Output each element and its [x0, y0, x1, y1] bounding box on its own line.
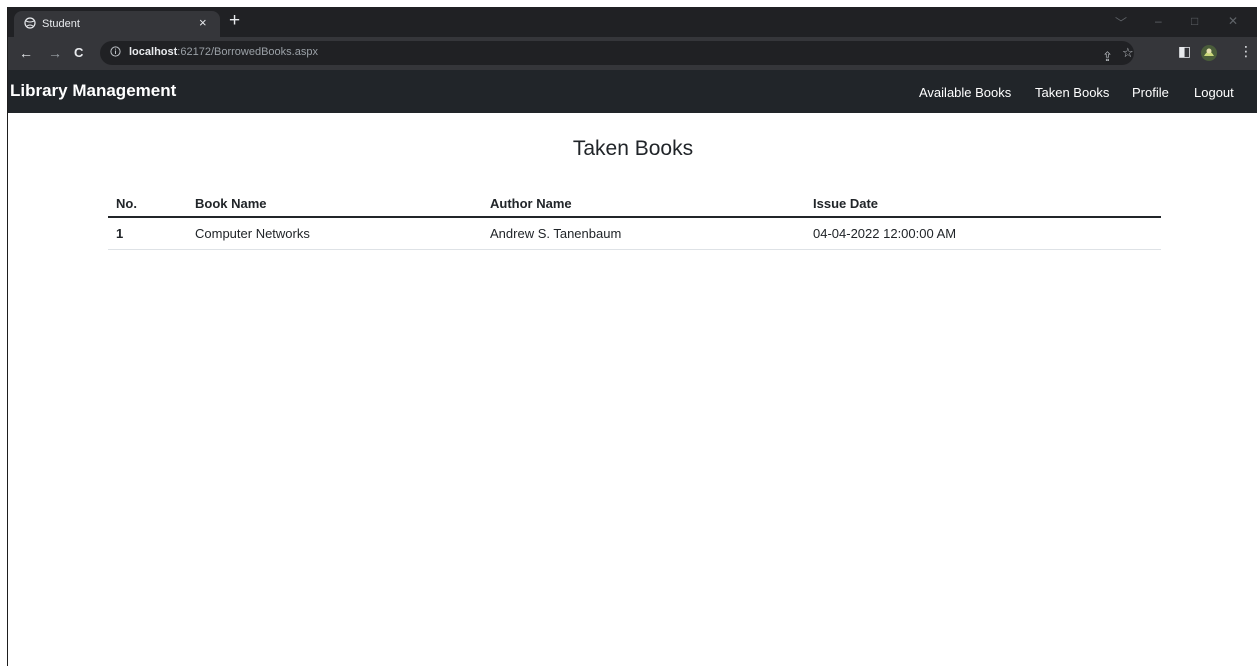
address-bar[interactable]: localhost:62172/BorrowedBooks.aspx ⇪ ☆ [100, 41, 1134, 65]
maximize-button[interactable]: □ [1191, 14, 1198, 28]
address-bar-row: ← → C localhost:62172/BorrowedBooks.aspx… [8, 37, 1257, 70]
side-panel-icon[interactable]: ◧ [1178, 43, 1191, 60]
profile-avatar-icon[interactable] [1200, 44, 1218, 62]
cell-author-name: Andrew S. Tanenbaum [482, 217, 805, 250]
new-tab-button[interactable]: + [229, 10, 240, 32]
back-button[interactable]: ← [19, 45, 33, 61]
nav-link-available-books[interactable]: Available Books [919, 85, 1011, 100]
bookmark-star-icon[interactable]: ☆ [1122, 45, 1134, 61]
reload-button[interactable]: C [74, 45, 83, 60]
screen: Student × + ﹀ – □ ✕ ← → C localhost:6217… [0, 0, 1257, 666]
url-text[interactable]: localhost:62172/BorrowedBooks.aspx [129, 46, 318, 58]
tab-close-icon[interactable]: × [199, 15, 207, 30]
nav-link-profile[interactable]: Profile [1132, 85, 1169, 100]
close-window-button[interactable]: ✕ [1228, 14, 1238, 28]
url-host: localhost [129, 46, 178, 58]
taken-books-table: No. Book Name Author Name Issue Date 1 C… [108, 190, 1161, 250]
cell-book-name: Computer Networks [187, 217, 482, 250]
url-path: :62172/BorrowedBooks.aspx [177, 46, 318, 58]
page-title: Taken Books [572, 137, 694, 160]
brand-title[interactable]: Library Management [10, 81, 176, 101]
browser-tab[interactable]: Student × [14, 11, 220, 37]
column-header-book-name: Book Name [187, 190, 482, 218]
table-row: 1 Computer Networks Andrew S. Tanenbaum … [108, 217, 1161, 250]
browser-menu-icon[interactable]: ⋮ [1239, 43, 1253, 60]
tab-strip: Student × + ﹀ – □ ✕ [8, 7, 1257, 37]
globe-icon [24, 17, 36, 29]
table-header-row: No. Book Name Author Name Issue Date [108, 190, 1161, 218]
column-header-author-name: Author Name [482, 190, 805, 218]
column-header-issue-date: Issue Date [805, 190, 1161, 218]
nav-link-logout[interactable]: Logout [1194, 85, 1234, 100]
column-header-no: No. [108, 190, 187, 218]
cell-issue-date: 04-04-2022 12:00:00 AM [805, 217, 1161, 250]
cell-no: 1 [108, 217, 187, 250]
browser-window: Student × + ﹀ – □ ✕ ← → C localhost:6217… [7, 7, 1257, 666]
share-icon[interactable]: ⇪ [1102, 49, 1113, 65]
tab-title: Student [42, 18, 80, 30]
forward-button[interactable]: → [48, 45, 62, 61]
site-navbar: Library Management Available Books Taken… [8, 70, 1257, 113]
nav-link-taken-books[interactable]: Taken Books [1035, 85, 1109, 100]
tab-search-icon[interactable]: ﹀ [1115, 14, 1127, 31]
minimize-button[interactable]: – [1155, 14, 1162, 28]
info-icon[interactable] [110, 46, 121, 57]
